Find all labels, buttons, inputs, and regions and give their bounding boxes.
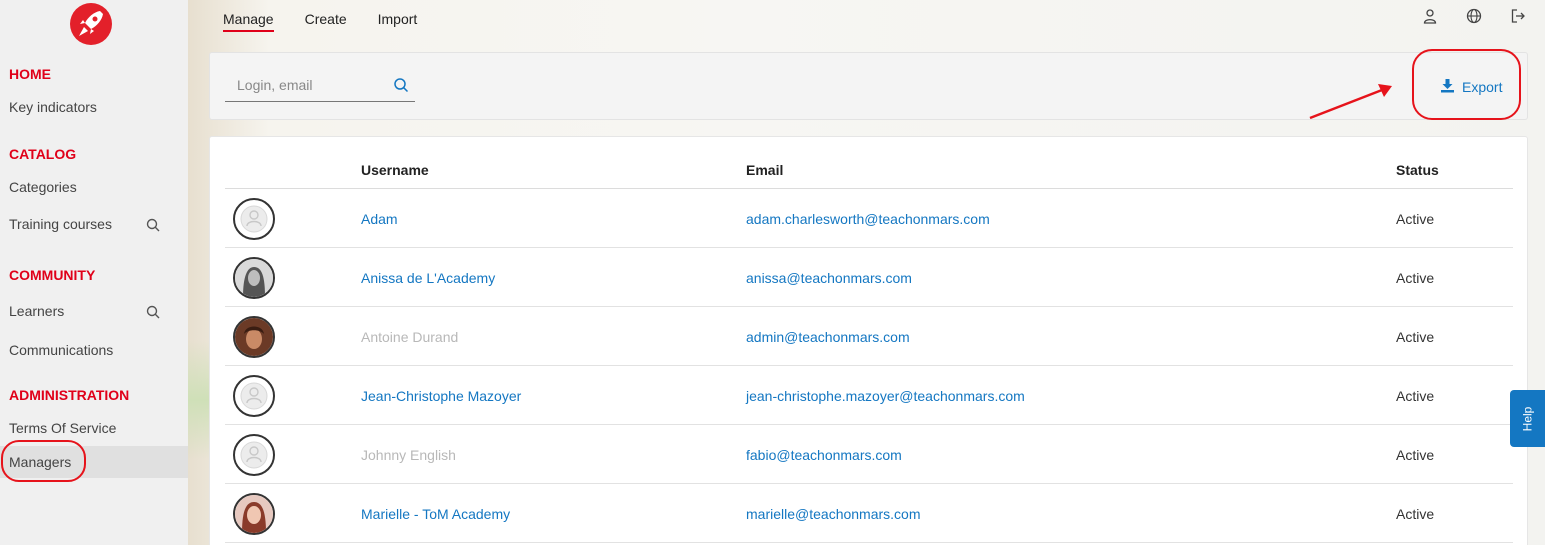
help-label: Help <box>1520 406 1535 431</box>
username-link[interactable]: Adam <box>361 211 398 227</box>
username-link[interactable]: Johnny English <box>361 447 456 463</box>
annotation-circle <box>1412 49 1521 120</box>
email-link[interactable]: jean-christophe.mazoyer@teachonmars.com <box>746 388 1025 404</box>
help-button[interactable]: Help <box>1510 390 1545 447</box>
search-icon[interactable] <box>146 218 160 232</box>
email-link[interactable]: admin@teachonmars.com <box>746 329 910 345</box>
avatar <box>233 316 275 358</box>
sidebar-item-label: Terms Of Service <box>9 420 117 436</box>
username-link[interactable]: Antoine Durand <box>361 329 458 345</box>
search-icon[interactable] <box>146 305 160 319</box>
default-avatar-icon <box>233 375 275 417</box>
status-text: Active <box>1396 270 1435 286</box>
section-catalog: CATALOG <box>9 146 77 162</box>
top-tabs: Manage Create Import <box>223 0 417 36</box>
sidebar-item-label: Learners <box>9 303 65 319</box>
username-link[interactable]: Marielle - ToM Academy <box>361 506 510 522</box>
table-row[interactable]: Marielle - ToM Academy marielle@teachonm… <box>225 484 1513 543</box>
table-row[interactable]: Adam adam.charlesworth@teachonmars.com A… <box>225 189 1513 248</box>
sidebar-item-key-indicators[interactable]: Key indicators <box>0 91 188 123</box>
user-icon[interactable] <box>1422 8 1438 24</box>
sidebar-item-label: Categories <box>9 179 77 195</box>
top-icons <box>1422 8 1526 24</box>
email-link[interactable]: marielle@teachonmars.com <box>746 506 921 522</box>
avatar <box>233 493 275 535</box>
search-box <box>225 73 415 102</box>
search-icon[interactable] <box>393 77 409 93</box>
username-link[interactable]: Jean-Christophe Mazoyer <box>361 388 521 404</box>
status-text: Active <box>1396 329 1435 345</box>
sidebar-item-categories[interactable]: Categories <box>0 171 188 203</box>
table-row[interactable]: Anissa de L'Academy anissa@teachonmars.c… <box>225 248 1513 307</box>
default-avatar-icon <box>233 434 275 476</box>
table-row[interactable]: Jean-Christophe Mazoyer jean-christophe.… <box>225 366 1513 425</box>
table-row[interactable]: Antoine Durand admin@teachonmars.com Act… <box>225 307 1513 366</box>
sidebar-item-label: Training courses <box>9 216 112 232</box>
tab-import[interactable]: Import <box>378 0 418 32</box>
search-input[interactable] <box>237 77 387 93</box>
username-link[interactable]: Anissa de L'Academy <box>361 270 495 286</box>
column-email[interactable]: Email <box>746 162 783 178</box>
default-avatar-icon <box>233 198 275 240</box>
annotation-arrow <box>1309 84 1392 120</box>
rocket-logo-icon[interactable] <box>70 3 112 45</box>
table-row[interactable]: Johnny English fabio@teachonmars.com Act… <box>225 425 1513 484</box>
email-link[interactable]: adam.charlesworth@teachonmars.com <box>746 211 990 227</box>
logout-icon[interactable] <box>1510 8 1526 24</box>
column-status[interactable]: Status <box>1396 162 1439 178</box>
column-username[interactable]: Username <box>361 162 429 178</box>
tab-manage[interactable]: Manage <box>223 0 274 32</box>
table-header: Username Email Status <box>225 137 1513 189</box>
sidebar: HOME Key indicators CATALOG Categories T… <box>0 0 188 545</box>
avatar <box>233 257 275 299</box>
managers-table: Username Email Status Adam adam.charlesw… <box>209 136 1528 545</box>
status-text: Active <box>1396 447 1435 463</box>
sidebar-item-communications[interactable]: Communications <box>0 334 188 366</box>
section-community: COMMUNITY <box>9 267 96 283</box>
tab-create[interactable]: Create <box>305 0 347 32</box>
globe-icon[interactable] <box>1466 8 1482 24</box>
section-administration: ADMINISTRATION <box>9 387 130 403</box>
section-home: HOME <box>9 66 51 82</box>
sidebar-item-label: Communications <box>9 342 114 358</box>
status-text: Active <box>1396 211 1435 227</box>
status-text: Active <box>1396 506 1435 522</box>
email-link[interactable]: fabio@teachonmars.com <box>746 447 902 463</box>
email-link[interactable]: anissa@teachonmars.com <box>746 270 912 286</box>
status-text: Active <box>1396 388 1435 404</box>
sidebar-item-label: Key indicators <box>9 99 97 115</box>
annotation-circle <box>1 440 86 482</box>
